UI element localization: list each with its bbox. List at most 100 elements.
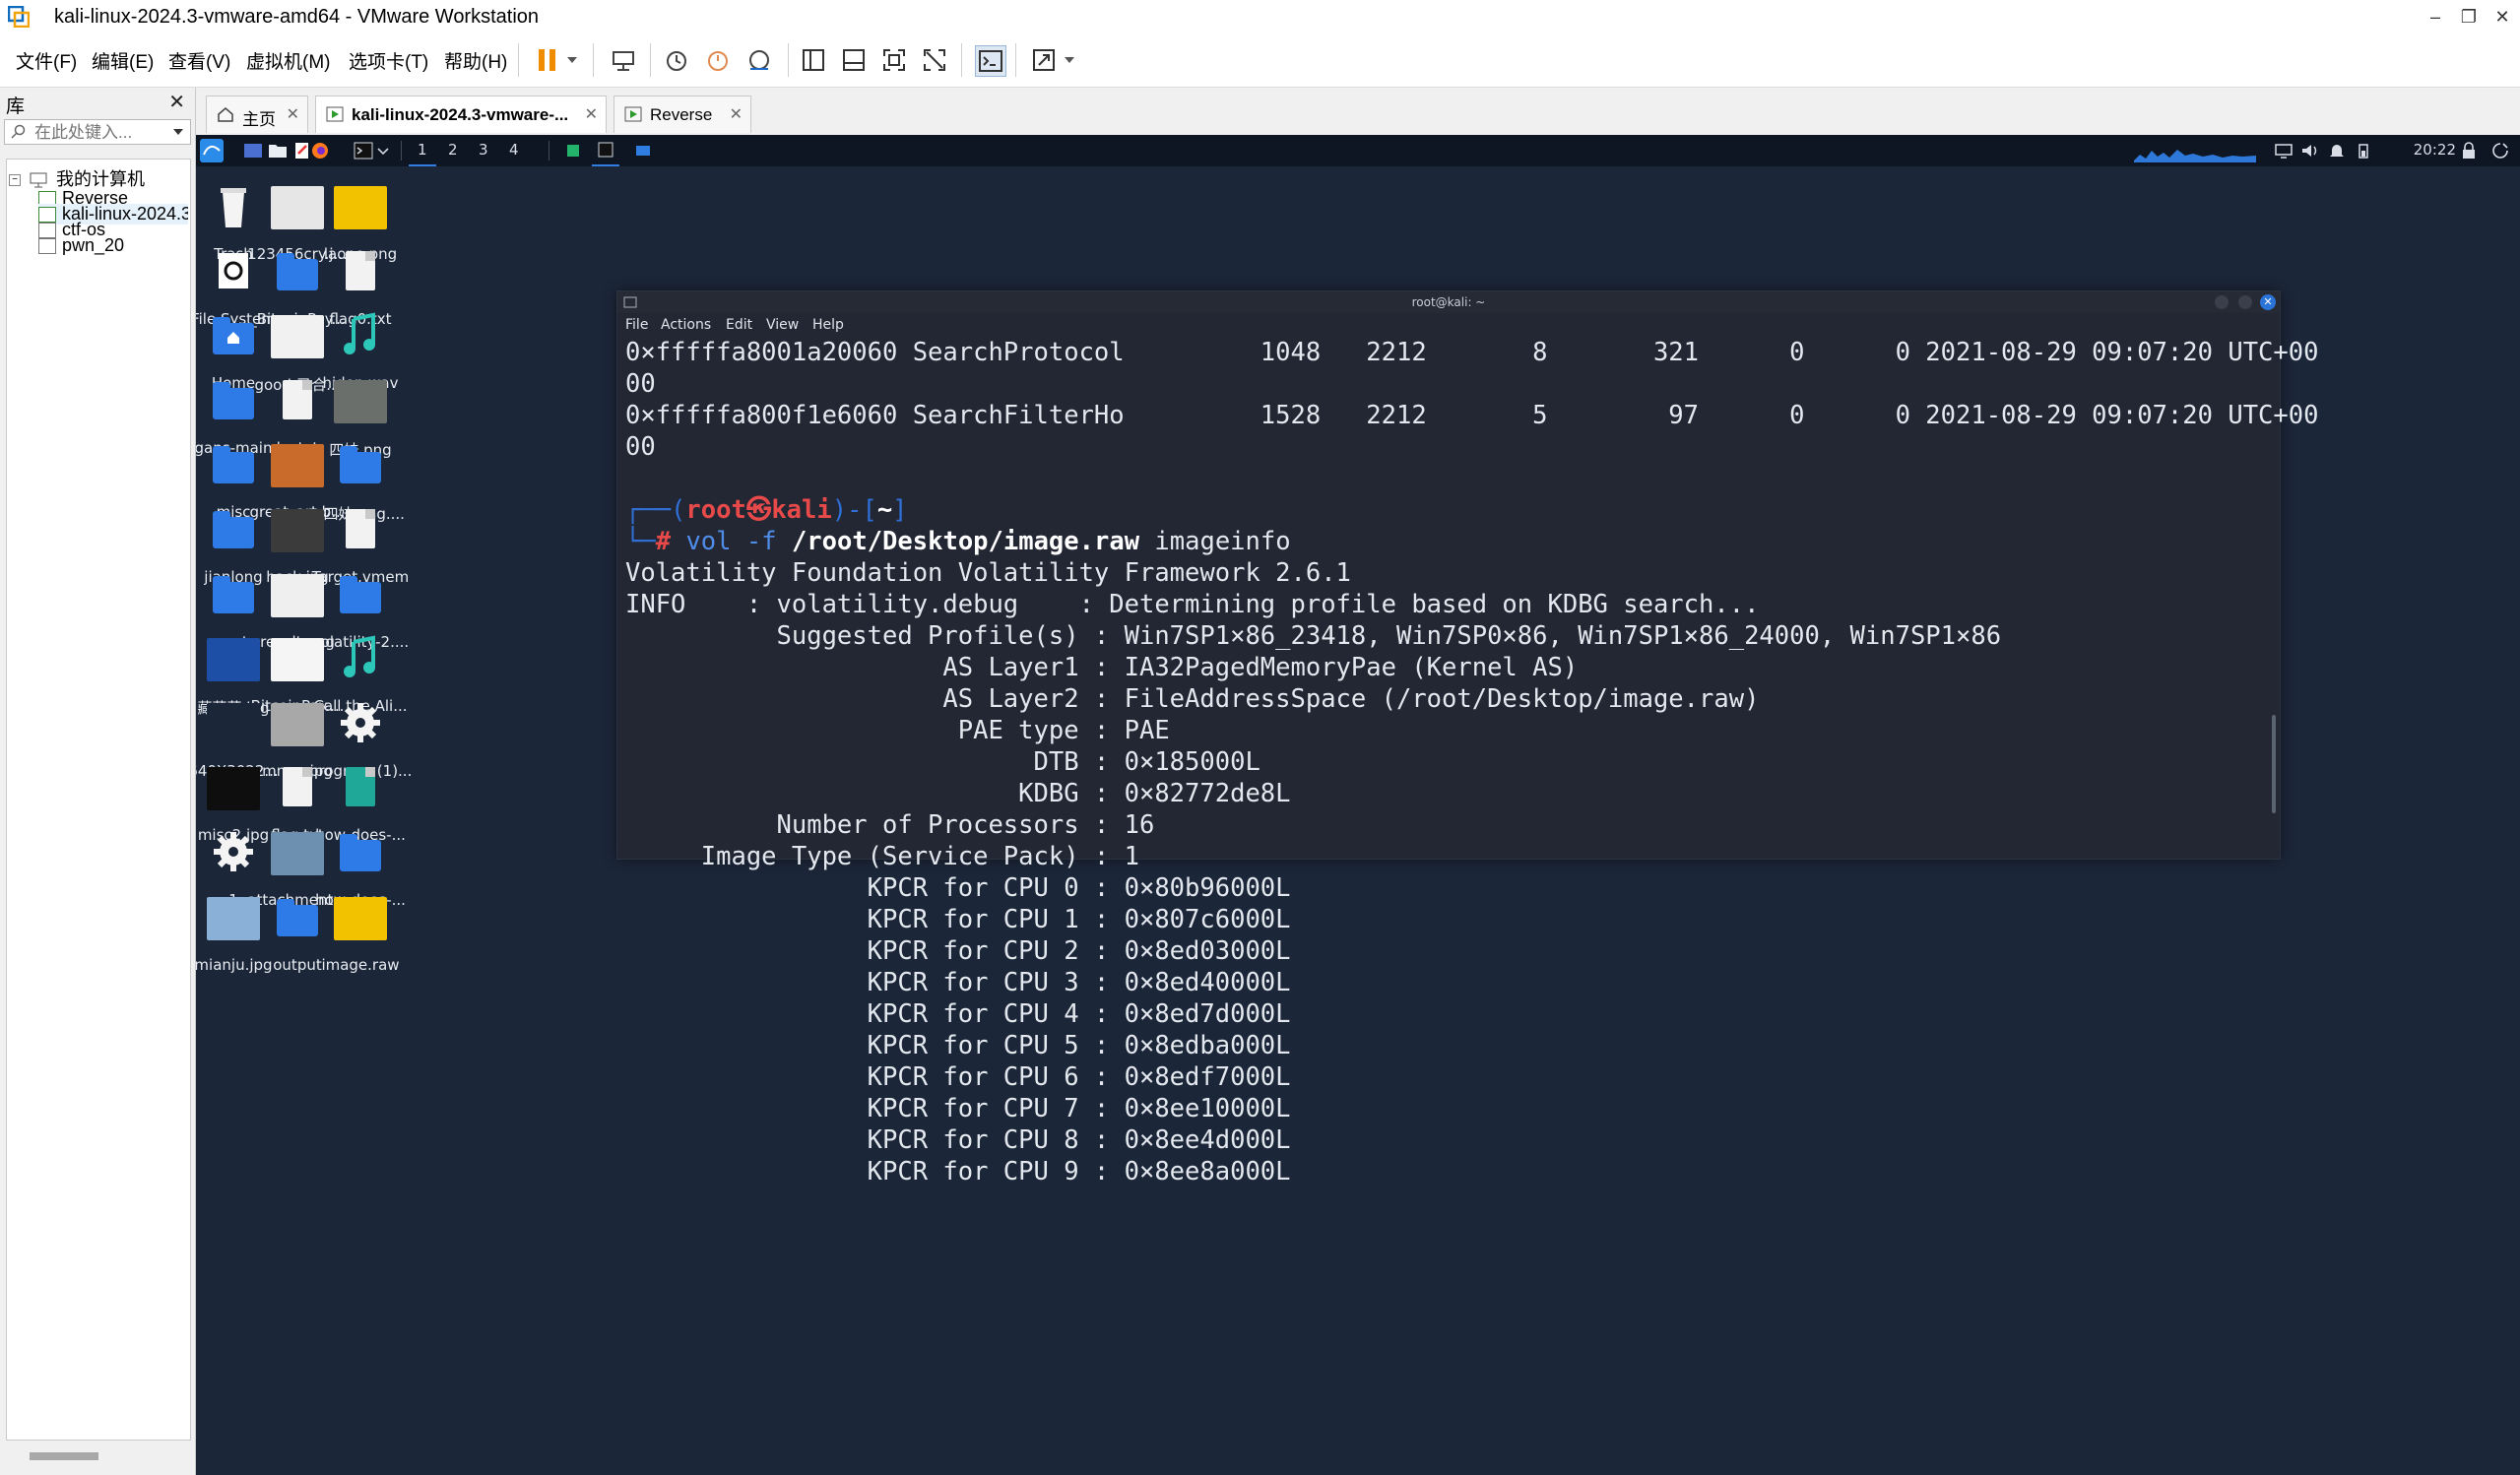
terminal-line: INFO : volatility.debug : Determining pr… bbox=[625, 590, 1760, 619]
library-close-icon[interactable]: ✕ bbox=[168, 90, 185, 114]
library-title: 库 bbox=[6, 96, 26, 117]
desktop-icon[interactable]: image.raw bbox=[309, 893, 412, 974]
command-arg: imageinfo bbox=[1154, 527, 1291, 556]
show-library-icon[interactable] bbox=[799, 45, 828, 75]
volume-icon[interactable] bbox=[2300, 142, 2320, 160]
display-icon[interactable] bbox=[2274, 142, 2294, 160]
workspace-2[interactable]: 2 bbox=[439, 137, 467, 164]
window-title: kali-linux-2024.3-vmware-amd64 - VMware … bbox=[54, 6, 540, 28]
console-view-icon[interactable] bbox=[975, 45, 1006, 77]
terminal-menu-edit[interactable]: Edit bbox=[726, 317, 752, 333]
tab-label: kali-linux-2024.3-vmware-... bbox=[352, 105, 569, 124]
terminal-maximize-button[interactable] bbox=[2238, 295, 2252, 309]
pause-icon[interactable] bbox=[533, 45, 562, 75]
panel-clock[interactable]: 20:22 bbox=[2414, 141, 2456, 159]
snapshot-manager-icon[interactable] bbox=[744, 45, 774, 75]
menu-file[interactable]: 文件(F) bbox=[16, 47, 77, 74]
tab-close-icon[interactable]: ✕ bbox=[730, 104, 743, 124]
task-app-icon[interactable] bbox=[566, 142, 580, 160]
stretch-dropdown-icon[interactable] bbox=[1060, 45, 1079, 75]
terminal-output[interactable]: 0×fffffa8001a20060 SearchProtocol 1048 2… bbox=[625, 337, 2319, 1187]
send-ctrl-alt-del-icon[interactable] bbox=[609, 45, 638, 75]
terminal-line: KPCR for CPU 5 : 0×8edba000L bbox=[625, 1031, 1291, 1060]
menu-bar: 文件(F) 编辑(E) 查看(V) 虚拟机(M) 选项卡(T) 帮助(H) bbox=[0, 33, 2520, 88]
task-terminal[interactable] bbox=[592, 137, 619, 166]
minimize-button[interactable]: – bbox=[2419, 0, 2452, 33]
terminal-line: 0×fffffa800f1e6060 SearchFilterHo 1528 2… bbox=[625, 401, 2319, 430]
terminal-menu-help[interactable]: Help bbox=[812, 317, 844, 333]
full-screen-icon[interactable] bbox=[879, 45, 909, 75]
library-panel: 库 ✕ − 我的计算机 Reverse kali-linux-2024.3 ct… bbox=[0, 88, 196, 1475]
terminal-dropdown-icon[interactable] bbox=[376, 142, 390, 160]
toolbar-separator bbox=[788, 43, 789, 77]
vm-icon bbox=[38, 238, 56, 255]
firefox-icon[interactable] bbox=[310, 142, 330, 160]
tab-home[interactable]: 主页 ✕ bbox=[206, 96, 308, 133]
unity-mode-icon[interactable] bbox=[920, 45, 949, 75]
prompt-hash: # bbox=[655, 527, 672, 556]
folder-icon bbox=[332, 570, 389, 627]
panel-separator bbox=[401, 141, 402, 160]
tree-item-pwn-20[interactable]: pwn_20 bbox=[38, 235, 124, 256]
terminal-close-button[interactable]: ✕ bbox=[2260, 294, 2276, 310]
power-battery-icon[interactable] bbox=[2354, 142, 2373, 160]
library-scrollbar[interactable] bbox=[30, 1452, 98, 1460]
gear-icon bbox=[332, 699, 389, 756]
tab-close-icon[interactable]: ✕ bbox=[287, 104, 299, 124]
terminal-line: KPCR for CPU 9 : 0×8ee8a000L bbox=[625, 1157, 1291, 1186]
menu-vm[interactable]: 虚拟机(M) bbox=[246, 47, 330, 74]
terminal-menu-view[interactable]: View bbox=[766, 317, 799, 333]
tab-kali-linux[interactable]: kali-linux-2024.3-vmware-... ✕ bbox=[315, 96, 607, 133]
logout-icon[interactable] bbox=[2490, 142, 2510, 160]
terminal-line: KPCR for CPU 2 : 0×8ed03000L bbox=[625, 936, 1291, 966]
terminal-menu-actions[interactable]: Actions bbox=[661, 317, 711, 333]
terminal-menu-file[interactable]: File bbox=[625, 317, 648, 333]
text-editor-icon[interactable] bbox=[292, 142, 312, 160]
doc-icon bbox=[332, 247, 389, 304]
guest-screen[interactable]: 1 2 3 4 20:22 Trash123456cry.j...laopo.p… bbox=[196, 135, 2520, 1475]
terminal-line: Number of Processors : 16 bbox=[625, 810, 1155, 840]
restore-button[interactable]: ❐ bbox=[2452, 0, 2486, 33]
command-name: vol bbox=[685, 527, 732, 556]
close-button[interactable]: ✕ bbox=[2486, 0, 2519, 33]
workspace-1[interactable]: 1 bbox=[409, 137, 436, 166]
lock-screen-icon[interactable] bbox=[2459, 142, 2479, 160]
menu-view[interactable]: 查看(V) bbox=[168, 47, 230, 74]
workspace-4[interactable]: 4 bbox=[500, 137, 528, 164]
kali-menu-icon[interactable] bbox=[200, 139, 224, 162]
folder-icon bbox=[332, 828, 389, 885]
notification-bell-icon[interactable] bbox=[2327, 142, 2347, 160]
terminal-line: 00 bbox=[625, 369, 656, 399]
library-search[interactable] bbox=[4, 119, 191, 146]
archive-icon bbox=[332, 763, 389, 820]
collapse-icon[interactable]: − bbox=[9, 174, 21, 187]
menu-edit[interactable]: 编辑(E) bbox=[92, 47, 154, 74]
terminal-minimize-button[interactable] bbox=[2215, 295, 2229, 309]
terminal-line: Image Type (Service Pack) : 1 bbox=[625, 842, 1139, 871]
search-dropdown-icon[interactable] bbox=[172, 128, 184, 136]
file-manager-icon[interactable] bbox=[268, 142, 288, 160]
toolbar-separator bbox=[593, 43, 594, 77]
stretch-guest-icon[interactable] bbox=[1029, 45, 1059, 75]
cpu-graph-icon bbox=[2134, 150, 2256, 162]
menu-help[interactable]: 帮助(H) bbox=[444, 47, 507, 74]
tab-close-icon[interactable]: ✕ bbox=[585, 104, 598, 124]
library-tree: − 我的计算机 Reverse kali-linux-2024.3 ctf-os… bbox=[6, 159, 191, 1441]
workspace-3[interactable]: 3 bbox=[470, 137, 497, 164]
task-window-icon[interactable] bbox=[635, 142, 651, 160]
terminal-scrollbar[interactable] bbox=[2272, 715, 2276, 813]
show-desktop-icon[interactable] bbox=[243, 142, 263, 160]
revert-snapshot-icon[interactable] bbox=[703, 45, 733, 75]
terminal-line: Volatility Foundation Volatility Framewo… bbox=[625, 558, 1351, 588]
snapshot-icon[interactable] bbox=[662, 45, 691, 75]
pause-dropdown-icon[interactable] bbox=[562, 45, 582, 75]
image-icon bbox=[332, 893, 389, 950]
terminal-icon[interactable] bbox=[354, 142, 373, 160]
tree-root-label: 我的计算机 bbox=[56, 169, 146, 189]
terminal-window[interactable]: root@kali: ~ ✕ File Actions Edit View He… bbox=[616, 290, 2318, 1186]
tab-reverse[interactable]: Reverse ✕ bbox=[614, 96, 751, 133]
menu-tabs[interactable]: 选项卡(T) bbox=[349, 47, 428, 74]
library-search-input[interactable] bbox=[32, 120, 164, 146]
thumbnail-bar-icon[interactable] bbox=[839, 45, 869, 75]
volatility-output: Volatility Foundation Volatility Framewo… bbox=[625, 557, 2260, 1187]
